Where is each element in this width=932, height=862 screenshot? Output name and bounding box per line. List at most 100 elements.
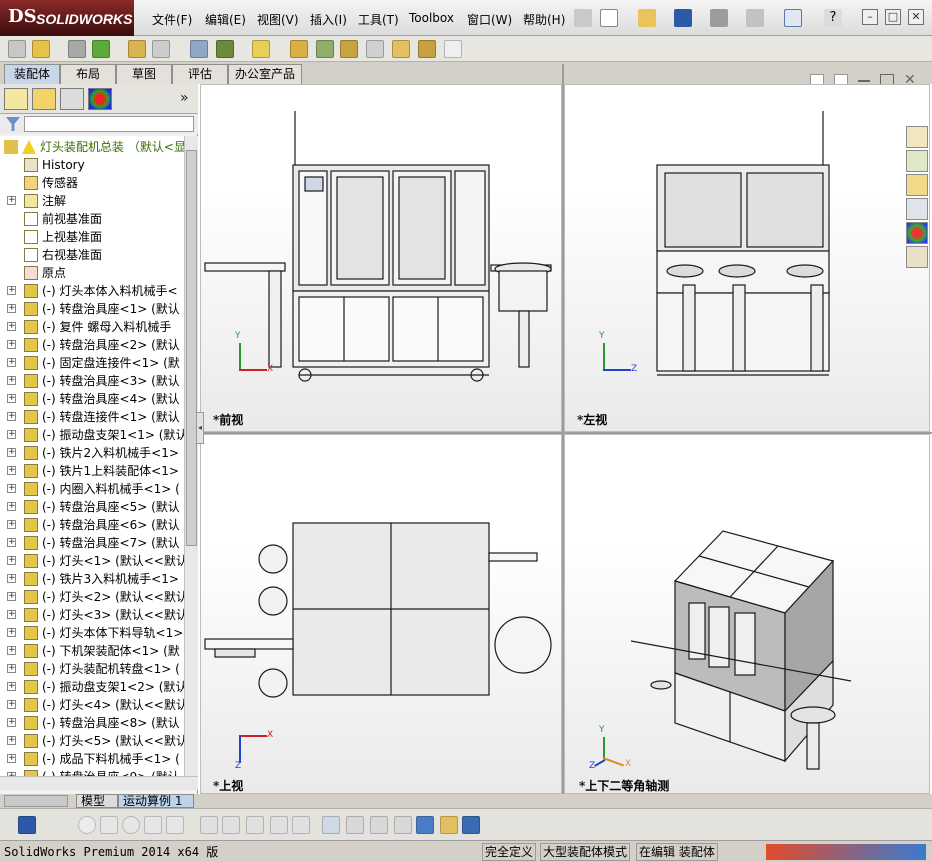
minimize-button[interactable]: –: [862, 9, 878, 25]
tab-motion-study[interactable]: 运动算例 1: [118, 794, 194, 808]
save-icon[interactable]: [674, 9, 692, 27]
trim-icon[interactable]: [144, 816, 162, 834]
expand-toggle-icon[interactable]: +: [7, 538, 16, 547]
menu-toolbox[interactable]: Toolbox: [409, 11, 454, 25]
tree-vertical-scrollbar[interactable]: [184, 136, 198, 776]
angle-icon[interactable]: [166, 816, 184, 834]
table-icon[interactable]: [462, 816, 480, 834]
undo-icon[interactable]: [746, 9, 764, 27]
save-icon[interactable]: [18, 816, 36, 834]
expand-toggle-icon[interactable]: +: [7, 610, 16, 619]
expand-toggle-icon[interactable]: +: [7, 718, 16, 727]
tab-sketch[interactable]: 草图: [116, 64, 172, 84]
camera-icon[interactable]: [440, 816, 458, 834]
menu-file[interactable]: 文件(F): [152, 11, 192, 28]
viewport-top[interactable]: X Z *上视: [200, 434, 562, 794]
tree-item[interactable]: 前视基准面: [0, 210, 184, 228]
shaded-cube-icon[interactable]: [416, 816, 434, 834]
tree-item[interactable]: + (-) 振动盘支架1<1> (默认: [0, 426, 184, 444]
scrollbar-thumb[interactable]: [186, 150, 197, 546]
circle-icon[interactable]: [122, 816, 140, 834]
angular-dimension-icon[interactable]: [370, 816, 388, 834]
bill-of-materials-icon[interactable]: [316, 40, 334, 58]
menu-insert[interactable]: 插入(I): [310, 11, 347, 28]
tree-item[interactable]: History: [0, 156, 184, 174]
collapse-panel-handle[interactable]: ◂: [196, 412, 204, 444]
expand-toggle-icon[interactable]: +: [7, 682, 16, 691]
tree-item[interactable]: 右视基准面: [0, 246, 184, 264]
property-manager-tab-icon[interactable]: [32, 88, 56, 110]
expand-toggle-icon[interactable]: +: [7, 736, 16, 745]
appearances-icon[interactable]: [906, 222, 928, 244]
construction-geometry-icon[interactable]: [292, 816, 310, 834]
expand-toggle-icon[interactable]: +: [7, 700, 16, 709]
expand-toggle-icon[interactable]: +: [7, 358, 16, 367]
tree-item[interactable]: + (-) 转盘治具座<4> (默认: [0, 390, 184, 408]
tree-item[interactable]: + 注解: [0, 192, 184, 210]
tab-navigation-arrows-icon[interactable]: [4, 795, 68, 807]
tree-item[interactable]: + (-) 转盘治具座<7> (默认: [0, 534, 184, 552]
expand-panel-icon[interactable]: »: [180, 90, 189, 106]
expand-toggle-icon[interactable]: +: [7, 448, 16, 457]
tree-item[interactable]: 传感器: [0, 174, 184, 192]
menu-help[interactable]: 帮助(H): [523, 11, 565, 28]
tree-item[interactable]: + (-) 固定盘连接件<1> (默: [0, 354, 184, 372]
instant3d-icon[interactable]: [444, 40, 462, 58]
menu-edit[interactable]: 编辑(E): [205, 11, 246, 28]
tree-item[interactable]: + (-) 铁片3入料机械手<1>: [0, 570, 184, 588]
restore-button[interactable]: □: [885, 9, 901, 25]
chamfer-icon[interactable]: [222, 816, 240, 834]
expand-toggle-icon[interactable]: +: [7, 664, 16, 673]
new-motion-study-icon[interactable]: [290, 40, 308, 58]
tree-item[interactable]: 上视基准面: [0, 228, 184, 246]
expand-toggle-icon[interactable]: +: [7, 394, 16, 403]
expand-toggle-icon[interactable]: +: [7, 574, 16, 583]
tree-item[interactable]: + (-) 转盘治具座<5> (默认: [0, 498, 184, 516]
expand-toggle-icon[interactable]: +: [7, 646, 16, 655]
tree-item[interactable]: + (-) 转盘治具座<2> (默认: [0, 336, 184, 354]
expand-toggle-icon[interactable]: +: [7, 322, 16, 331]
menu-tools[interactable]: 工具(T): [358, 11, 399, 28]
tree-item[interactable]: + (-) 转盘连接件<1> (默认: [0, 408, 184, 426]
tree-item[interactable]: + (-) 灯头<2> (默认<<默认: [0, 588, 184, 606]
tree-item[interactable]: + (-) 灯头本体下料导轨<1>: [0, 624, 184, 642]
expand-toggle-icon[interactable]: +: [7, 592, 16, 601]
tab-evaluate[interactable]: 评估: [172, 64, 228, 84]
tree-item[interactable]: + (-) 内圈入料机械手<1> (: [0, 480, 184, 498]
feature-tree-tab-icon[interactable]: [4, 88, 28, 110]
linear-pattern-icon[interactable]: [92, 40, 110, 58]
point-icon[interactable]: [78, 816, 96, 834]
tree-item[interactable]: + (-) 铁片1上料装配体<1>: [0, 462, 184, 480]
close-button[interactable]: ✕: [908, 9, 924, 25]
tree-item[interactable]: + (-) 灯头本体入料机械手<: [0, 282, 184, 300]
tree-item[interactable]: + (-) 灯头<1> (默认<<默认: [0, 552, 184, 570]
show-hidden-icon[interactable]: [190, 40, 208, 58]
expand-toggle-icon[interactable]: +: [7, 502, 16, 511]
corner-icon[interactable]: [270, 816, 288, 834]
tree-item[interactable]: + (-) 振动盘支架1<2> (默认: [0, 678, 184, 696]
new-part-icon[interactable]: [32, 40, 50, 58]
linear-dimension-icon[interactable]: [322, 816, 340, 834]
expand-toggle-icon[interactable]: +: [7, 430, 16, 439]
viewport-front[interactable]: Y X *前视: [200, 84, 562, 432]
tree-item[interactable]: + (-) 转盘治具座<8> (默认: [0, 714, 184, 732]
interference-detection-icon[interactable]: [392, 40, 410, 58]
vertical-splitter[interactable]: [562, 64, 564, 794]
tab-model[interactable]: 模型: [76, 794, 118, 808]
mate-icon[interactable]: [68, 40, 86, 58]
solidworks-logo[interactable]: DS SOLIDWORKS: [0, 0, 134, 36]
line-icon[interactable]: [100, 816, 118, 834]
horizontal-splitter[interactable]: [198, 432, 932, 434]
filter-icon[interactable]: [6, 117, 20, 131]
tree-item[interactable]: + (-) 铁片2入料机械手<1>: [0, 444, 184, 462]
tree-item[interactable]: + (-) 灯头<4> (默认<<默认: [0, 696, 184, 714]
expand-toggle-icon[interactable]: +: [7, 286, 16, 295]
tree-item[interactable]: + (-) 灯头<3> (默认<<默认: [0, 606, 184, 624]
tree-item[interactable]: 原点: [0, 264, 184, 282]
print-icon[interactable]: [710, 9, 728, 27]
display-manager-tab-icon[interactable]: [88, 88, 112, 110]
explode-line-sketch-icon[interactable]: [366, 40, 384, 58]
tree-horizontal-scrollbar[interactable]: [0, 776, 198, 790]
expand-toggle-icon[interactable]: +: [7, 466, 16, 475]
help-icon[interactable]: ?: [824, 9, 842, 27]
